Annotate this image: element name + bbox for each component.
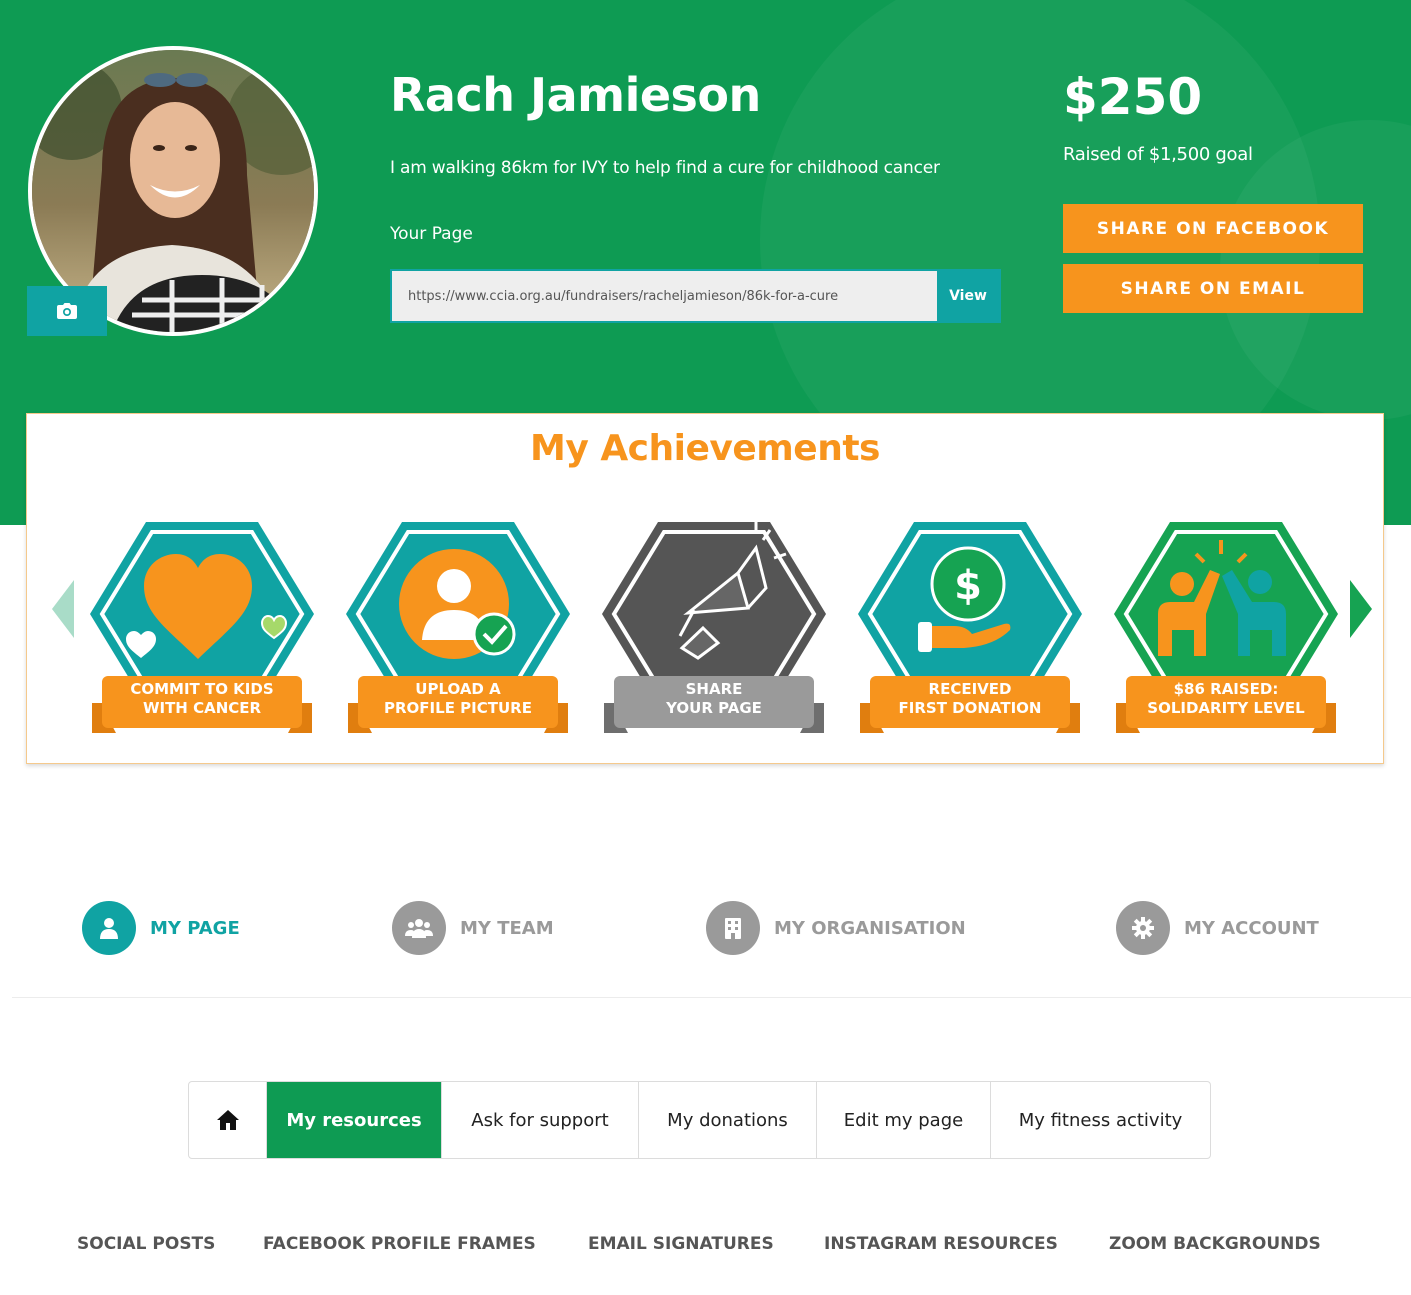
badge-label: $86 RAISED: SOLIDARITY LEVEL [1147, 680, 1305, 717]
building-icon [706, 901, 760, 955]
page-url-group: View [390, 269, 1001, 323]
achievement-badge-commit: COMMIT TO KIDS WITH CANCER [86, 518, 318, 738]
camera-icon [57, 303, 77, 319]
section-divider [12, 997, 1411, 998]
goal-text: Raised of $1,500 goal [1063, 144, 1253, 165]
fundraiser-name: Rach Jamieson [390, 68, 761, 122]
badge-label: COMMIT TO KIDS WITH CANCER [130, 680, 274, 717]
achievement-badge-profile-picture: UPLOAD A PROFILE PICTURE [342, 518, 574, 738]
person-icon [82, 901, 136, 955]
achievement-badge-share: SHARE YOUR PAGE [598, 518, 830, 738]
link-email-signatures[interactable]: EMAIL SIGNATURES [588, 1234, 774, 1254]
tab-edit-my-page[interactable]: Edit my page [817, 1082, 991, 1158]
page-url-field[interactable] [392, 271, 937, 321]
achievement-badge-first-donation: $ RECEIVED FIRST DONATION [854, 518, 1086, 738]
fundraiser-tagline: I am walking 86km for IVY to help find a… [390, 158, 940, 178]
nav-my-team[interactable]: MY TEAM [392, 900, 554, 956]
badge-label: SHARE YOUR PAGE [666, 680, 762, 717]
home-icon [216, 1110, 239, 1130]
dashboard-tabs: My resources Ask for support My donation… [188, 1081, 1211, 1159]
tab-my-resources[interactable]: My resources [267, 1082, 442, 1158]
amount-raised: $250 [1063, 68, 1203, 126]
gear-icon [1116, 901, 1170, 955]
carousel-prev-arrow-icon[interactable] [52, 580, 74, 638]
nav-my-page[interactable]: MY PAGE [82, 900, 240, 956]
tab-my-fitness-activity[interactable]: My fitness activity [991, 1082, 1210, 1158]
achievement-badge-solidarity: $86 RAISED: SOLIDARITY LEVEL [1110, 518, 1342, 738]
team-icon [392, 901, 446, 955]
nav-label: MY TEAM [460, 917, 554, 939]
nav-my-account[interactable]: MY ACCOUNT [1116, 900, 1319, 956]
tab-home[interactable] [189, 1082, 267, 1158]
nav-label: MY ACCOUNT [1184, 917, 1319, 939]
view-page-button[interactable]: View [937, 271, 999, 321]
link-facebook-profile-frames[interactable]: FACEBOOK PROFILE FRAMES [263, 1234, 536, 1254]
link-zoom-backgrounds[interactable]: ZOOM BACKGROUNDS [1109, 1234, 1321, 1254]
nav-label: MY ORGANISATION [774, 917, 966, 939]
svg-text:$: $ [954, 563, 982, 609]
share-facebook-button[interactable]: SHARE ON FACEBOOK [1063, 204, 1363, 253]
achievements-title: My Achievements [530, 428, 881, 469]
badge-label: RECEIVED FIRST DONATION [898, 680, 1042, 717]
tab-ask-for-support[interactable]: Ask for support [442, 1082, 639, 1158]
your-page-label: Your Page [390, 224, 473, 244]
link-instagram-resources[interactable]: INSTAGRAM RESOURCES [824, 1234, 1058, 1254]
share-email-button[interactable]: SHARE ON EMAIL [1063, 264, 1363, 313]
link-social-posts[interactable]: SOCIAL POSTS [77, 1234, 215, 1254]
nav-label: MY PAGE [150, 917, 240, 939]
tab-my-donations[interactable]: My donations [639, 1082, 817, 1158]
nav-my-organisation[interactable]: MY ORGANISATION [706, 900, 966, 956]
change-photo-button[interactable] [27, 286, 107, 336]
badge-label: UPLOAD A PROFILE PICTURE [384, 680, 532, 717]
carousel-next-arrow-icon[interactable] [1350, 580, 1372, 638]
